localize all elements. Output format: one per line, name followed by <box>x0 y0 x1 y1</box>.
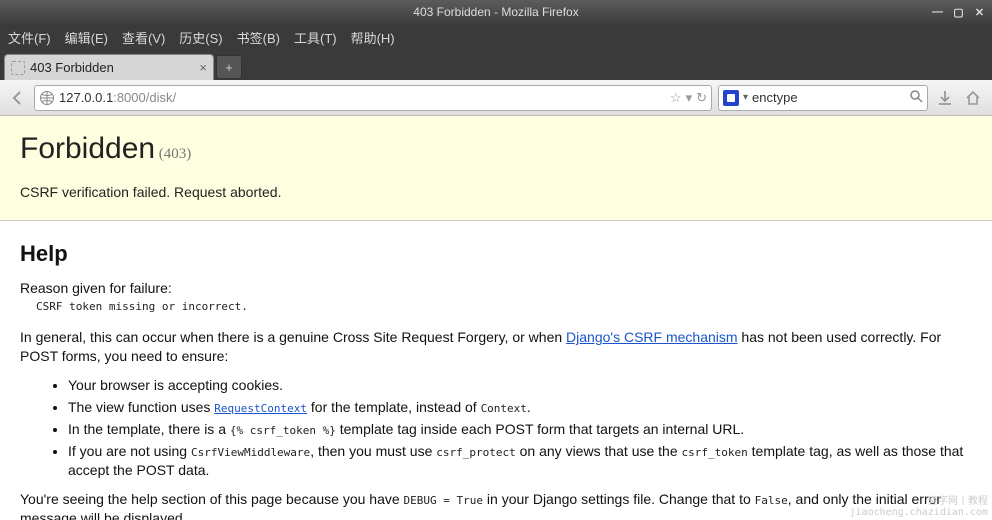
bullet-text: If you are not using <box>68 443 191 459</box>
code-csrf-tag: {% csrf_token %} <box>230 424 336 437</box>
help-heading: Help <box>20 239 972 269</box>
maximize-button[interactable]: ▢ <box>952 6 965 19</box>
search-engine-icon[interactable] <box>723 90 739 106</box>
error-summary: Forbidden (403) CSRF verification failed… <box>0 116 992 221</box>
error-subhead: CSRF verification failed. Request aborte… <box>20 184 972 200</box>
minimize-button[interactable]: — <box>931 6 944 19</box>
menu-file[interactable]: 文件(F) <box>8 28 51 47</box>
csrf-docs-link[interactable]: Django's CSRF mechanism <box>566 329 738 345</box>
intro-pre: In general, this can occur when there is… <box>20 329 566 345</box>
menu-tools[interactable]: 工具(T) <box>294 28 337 47</box>
reason-label: Reason given for failure: <box>20 279 972 298</box>
menu-bookmarks[interactable]: 书签(B) <box>237 28 280 47</box>
list-item: In the template, there is a {% csrf_toke… <box>68 420 972 439</box>
bullet-text: In the template, there is a <box>68 421 230 437</box>
bookmark-star-icon[interactable]: ☆ <box>670 90 682 106</box>
menu-view[interactable]: 查看(V) <box>122 28 165 47</box>
checklist: Your browser is accepting cookies. The v… <box>68 376 972 479</box>
debug-mid: in your Django settings file. Change tha… <box>483 491 755 507</box>
code-context: Context <box>481 402 527 415</box>
search-input[interactable]: enctype <box>752 90 905 105</box>
menu-history[interactable]: 历史(S) <box>179 28 222 47</box>
tab-bar: 403 Forbidden × + <box>0 50 992 80</box>
page-icon <box>11 61 25 75</box>
browser-tab[interactable]: 403 Forbidden × <box>4 54 214 80</box>
code-csrf-token: csrf_token <box>682 446 748 459</box>
code-debug-true: DEBUG = True <box>404 494 483 507</box>
code-false: False <box>755 494 788 507</box>
bullet-text: The view function uses <box>68 399 214 415</box>
error-code: (403) <box>159 146 192 162</box>
url-path: :8000/disk/ <box>113 90 176 105</box>
error-heading: Forbidden <box>20 132 155 165</box>
back-button[interactable] <box>8 88 28 108</box>
list-item: Your browser is accepting cookies. <box>68 376 972 395</box>
bullet-text: , then you must use <box>310 443 436 459</box>
bullet-text: Your browser is accepting cookies. <box>68 377 283 393</box>
bullet-text: template tag inside each POST form that … <box>336 421 744 437</box>
menu-help[interactable]: 帮助(H) <box>351 28 395 47</box>
home-icon[interactable] <box>962 87 984 109</box>
code-csrf-protect: csrf_protect <box>436 446 515 459</box>
url-history-dropdown-icon[interactable]: ▾ <box>686 90 693 106</box>
list-item: If you are not using CsrfViewMiddleware,… <box>68 442 972 480</box>
nav-toolbar: 127.0.0.1:8000/disk/ ☆ ▾ ↻ ▾ enctype <box>0 80 992 116</box>
close-window-button[interactable]: ✕ <box>973 6 986 19</box>
bullet-text: . <box>527 399 531 415</box>
page-content: Forbidden (403) CSRF verification failed… <box>0 116 992 520</box>
menu-edit[interactable]: 编辑(E) <box>65 28 108 47</box>
window-title: 403 Forbidden - Mozilla Firefox <box>413 5 578 19</box>
code-middleware: CsrfViewMiddleware <box>191 446 310 459</box>
debug-paragraph: You're seeing the help section of this p… <box>20 490 972 520</box>
search-icon[interactable] <box>909 89 923 106</box>
downloads-icon[interactable] <box>934 87 956 109</box>
tab-title: 403 Forbidden <box>30 60 114 75</box>
menu-bar: 文件(F) 编辑(E) 查看(V) 历史(S) 书签(B) 工具(T) 帮助(H… <box>0 24 992 50</box>
debug-pre: You're seeing the help section of this p… <box>20 491 404 507</box>
window-titlebar: 403 Forbidden - Mozilla Firefox — ▢ ✕ <box>0 0 992 24</box>
new-tab-button[interactable]: + <box>216 55 242 79</box>
help-section: Help Reason given for failure: CSRF toke… <box>0 221 992 520</box>
intro-paragraph: In general, this can occur when there is… <box>20 328 972 366</box>
url-bar[interactable]: 127.0.0.1:8000/disk/ ☆ ▾ ↻ <box>34 85 712 111</box>
close-tab-button[interactable]: × <box>199 60 207 75</box>
reason-text: CSRF token missing or incorrect. <box>36 300 972 315</box>
bullet-text: on any views that use the <box>516 443 682 459</box>
list-item: The view function uses RequestContext fo… <box>68 398 972 417</box>
url-text: 127.0.0.1:8000/disk/ <box>59 90 666 105</box>
globe-icon <box>39 90 55 106</box>
search-bar[interactable]: ▾ enctype <box>718 85 928 111</box>
reload-icon[interactable]: ↻ <box>696 90 707 106</box>
url-host: 127.0.0.1 <box>59 90 113 105</box>
search-engine-dropdown-icon[interactable]: ▾ <box>743 92 748 103</box>
bullet-text: for the template, instead of <box>307 399 481 415</box>
requestcontext-link[interactable]: RequestContext <box>214 402 307 415</box>
